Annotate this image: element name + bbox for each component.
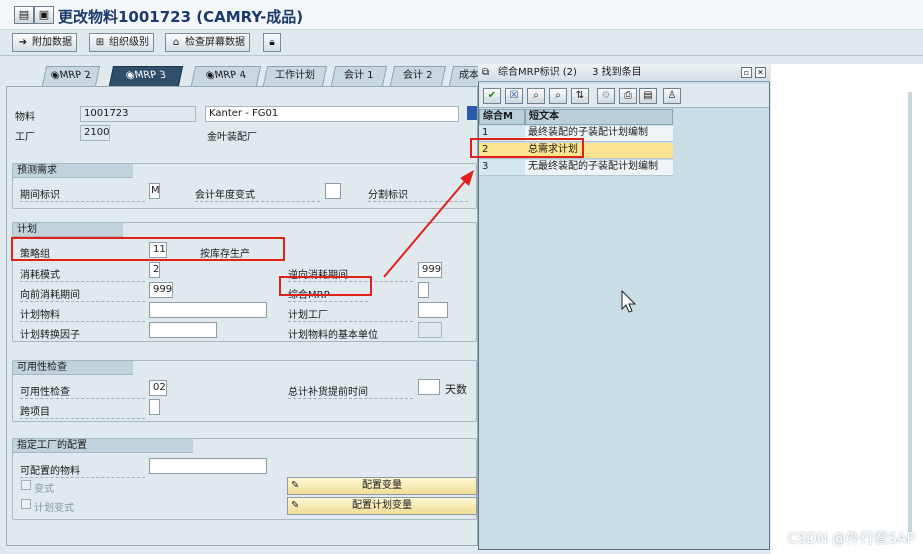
config-plan-variant-button[interactable]: ✎ 配置计划变量 [287,497,477,515]
material-number: 1001723 [80,106,196,122]
check-screen-button[interactable]: ⌂ 检查屏幕数据 [165,33,250,52]
section-title: 可用性检查 [13,361,133,375]
find-next-icon: ⌕ [555,90,561,101]
material-description: Kanter - FG01 [205,106,459,122]
forward-consumption-field[interactable]: 999 [149,282,173,298]
consumption-mode-field[interactable]: 2 [149,262,160,278]
planning-plant-label: 计划工厂 [288,306,413,322]
tab-routing[interactable]: 工作计划 [262,66,328,86]
configurable-material-label: 可配置的物料 [20,462,145,478]
save-icon[interactable]: ▣ [34,6,54,24]
popup-title-bar: ⧉ 综合MRP标识 (2) 3 找到条目 [478,64,770,82]
conversion-factor-field[interactable] [149,322,217,338]
info-icon[interactable] [467,106,477,120]
popup-close-button[interactable]: ✕ [755,67,766,78]
popup-window-icon: ⧉ [482,67,490,78]
mouse-cursor-icon [621,290,637,313]
section-title: 指定工厂的配置 [13,439,193,453]
section-title: 计划 [13,223,123,237]
find-button[interactable]: ⌕ [527,88,545,104]
planning-material-label: 计划物料 [20,306,145,322]
config-icon: ✎ [291,500,300,511]
additional-data-button[interactable]: ➔ 附加数据 [12,33,77,52]
section-title: 预测需求 [13,164,133,178]
layout-icon: ♙ [667,90,677,101]
disabled-button: ⚙ [597,88,615,104]
popup-minimize-button[interactable]: ▫ [741,67,752,78]
tab-accounting2[interactable]: 会计 2 [389,66,447,86]
arrow-line [383,179,467,278]
print-button[interactable]: ⎙ [619,88,637,104]
scrollbar[interactable] [908,92,912,532]
plan-variant-label: 计划变式 [34,503,74,514]
planning-plant-field[interactable] [418,302,448,318]
plant-label: 工厂 [15,132,35,143]
check-icon: ✔ [487,90,497,101]
column-header-text[interactable]: 短文本 [525,109,673,125]
config-variant-button[interactable]: ✎ 配置变量 [287,477,477,495]
check-screen-icon: ⌂ [172,37,180,48]
consumption-mode-label: 消耗模式 [20,266,145,282]
fiscal-variant-field[interactable] [325,183,341,199]
menu-icon[interactable]: ▤ [14,6,34,24]
tab-mrp2[interactable]: ◉ MRP 2 [41,66,101,86]
column-header-code[interactable]: 综合M [479,109,525,125]
sort-icon: ⇅ [575,90,585,101]
cancel-icon: ☒ [509,90,519,101]
watermark: CSDN @外行看SAP [787,531,915,547]
tab-accounting1[interactable]: 会计 1 [330,66,388,86]
confirm-button[interactable]: ✔ [483,88,501,104]
find-next-button[interactable]: ⌕ [549,88,567,104]
period-indicator-label: 期间标识 [20,186,145,202]
config-icon: ✎ [291,480,300,491]
availability-check-field[interactable]: 02 [149,380,167,396]
configurable-material-field[interactable] [149,458,267,474]
conversion-factor-label: 计划转换因子 [20,326,145,342]
export-button[interactable]: ▤ [639,88,657,104]
org-levels-icon: ⊞ [95,37,105,48]
plant-description: 金叶装配厂 [207,132,257,143]
sort-button[interactable]: ⇅ [571,88,589,104]
settings-icon: ⚙ [601,90,611,101]
lock-button[interactable]: 🔒︎ [263,33,281,52]
forward-consumption-label: 向前消耗期间 [20,286,145,302]
period-indicator-field[interactable]: M [149,183,160,199]
total-lead-time-field[interactable] [418,379,440,395]
list-item-text[interactable]: 无最终装配的子装配计划编制 [525,160,673,176]
layout-button[interactable]: ♙ [663,88,681,104]
highlight-selected-row [470,138,584,158]
material-label: 物料 [15,112,35,123]
tab-mrp4[interactable]: ◉ MRP 4 [190,66,262,86]
total-lead-time-label: 总计补货提前时间 [288,383,413,399]
highlight-strategy-group [11,237,285,261]
variant-checkbox[interactable] [21,480,31,490]
print-icon: ⎙ [624,90,632,101]
export-icon: ▤ [643,90,653,101]
days-unit-label: 天数 [445,383,467,396]
cancel-button[interactable]: ☒ [505,88,523,104]
plant-code: 2100 [80,125,110,141]
annotation-arrow [383,170,474,278]
background-area [771,64,923,554]
fiscal-variant-label: 会计年度变式 [195,186,320,202]
planning-base-unit-field [418,322,442,338]
lock-icon: 🔒︎ [269,37,275,48]
arrow-right-icon: ➔ [18,37,28,48]
cross-project-label: 跨项目 [20,403,145,419]
tab-mrp3[interactable]: ◉ MRP 3 [108,66,184,86]
planning-base-unit-label: 计划物料的基本单位 [288,326,413,342]
window-title: 更改物料1001723 (CAMRY-成品) [58,8,304,26]
planning-material-field[interactable] [149,302,267,318]
plan-variant-checkbox[interactable] [21,499,31,509]
availability-check-label: 可用性检查 [20,383,145,399]
highlight-mixed-mrp [279,276,372,296]
cross-project-field[interactable] [149,399,160,415]
org-levels-button[interactable]: ⊞ 组织级别 [89,33,154,52]
variant-label: 变式 [34,484,54,495]
find-icon: ⌕ [533,90,539,101]
